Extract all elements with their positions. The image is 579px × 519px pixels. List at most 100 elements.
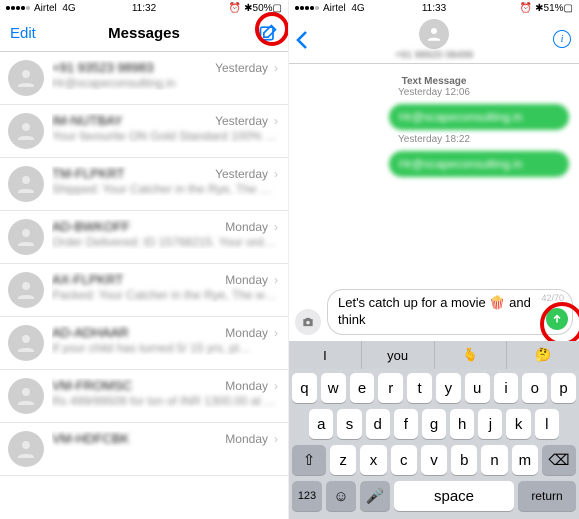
sender: IM-NUTBAY [52,113,209,128]
key-p[interactable]: p [551,373,576,403]
suggestion[interactable]: I [289,341,361,369]
chevron-right-icon: › [274,61,278,75]
key-w[interactable]: w [321,373,346,403]
key-space[interactable]: space [394,481,514,511]
keyboard: Iyou🫰🤔 qwertyuiop asdfghjkl ⇧zxcvbnm⌫ 12… [289,341,579,519]
message-row[interactable]: AD-BWKOFFMonday›Order Delivered: ID 1576… [0,211,288,264]
message-preview: If your child has turned 5/ 15 yrs, pl… [52,341,278,355]
key-y[interactable]: y [436,373,461,403]
key-emoji[interactable]: ☺ [326,481,356,511]
char-counter: 42/70 [541,293,564,305]
chevron-right-icon: › [274,379,278,393]
timestamp: Yesterday [215,114,268,128]
timestamp: Yesterday [215,167,268,181]
key-o[interactable]: o [522,373,547,403]
key-m[interactable]: m [512,445,538,475]
message-row[interactable]: TM-FLPKRT Yesterday ›Shipped: Your Catcher… [0,158,288,211]
key-r[interactable]: r [378,373,403,403]
key-c[interactable]: c [391,445,417,475]
message-row[interactable]: IM-NUTBAYYesterday›Your favourite ON Gol… [0,105,288,158]
sender: VM-HDFCBK [52,431,219,446]
key-j[interactable]: j [478,409,502,439]
timestamp: Monday [225,379,268,393]
key-b[interactable]: b [451,445,477,475]
message-preview: Hr@scapeconsulting.in [52,76,278,90]
back-button[interactable] [295,30,309,55]
suggestion[interactable]: you [361,341,434,369]
key-g[interactable]: g [422,409,446,439]
key-f[interactable]: f [394,409,418,439]
timestamp: Monday [225,220,268,234]
avatar [8,325,44,361]
messages-list-screen: Airtel 4G 11:32 ⏰ ✱ 50% ▢ Edit Messages … [0,0,289,519]
key-123[interactable]: 123 [292,481,322,511]
message-row[interactable]: VM-HDFCBK Monday › [0,423,288,476]
messages-list[interactable]: +91 93523 98983Yesterday›Hr@scapeconsult… [0,52,288,476]
sender: AD-ADHAAR [52,325,219,340]
key-q[interactable]: q [292,373,317,403]
sender: TM-FLPKRT [52,166,209,181]
avatar [8,378,44,414]
sender: VM-FROMSC [52,378,219,393]
message-row[interactable]: +91 93523 98983Yesterday›Hr@scapeconsult… [0,52,288,105]
key-backspace[interactable]: ⌫ [542,445,576,475]
timestamp: Monday [225,432,268,446]
conversation-header: +91 98920 08499 i [289,16,579,64]
chevron-right-icon: › [274,326,278,340]
key-return[interactable]: return [518,481,576,511]
timestamp-label: Yesterday 18:22 [299,134,569,145]
timestamp-label: Text MessageYesterday 12:06 [299,76,569,98]
avatar [8,113,44,149]
edit-button[interactable]: Edit [10,25,36,42]
key-d[interactable]: d [366,409,390,439]
sender: AD-BWKOFF [52,219,219,234]
key-s[interactable]: s [337,409,361,439]
avatar [8,60,44,96]
info-button[interactable]: i [553,30,571,48]
message-preview: Shipped: Your Catcher in the Rye, The wi… [52,182,278,196]
status-bar: Airtel 4G 11:32 ⏰ ✱ 50% ▢ [0,0,288,16]
conversation-body[interactable]: Text MessageYesterday 12:06 Hr@scapeconsu… [289,64,579,265]
chevron-right-icon: › [274,167,278,181]
key-i[interactable]: i [494,373,519,403]
key-shift[interactable]: ⇧ [292,445,326,475]
key-v[interactable]: v [421,445,447,475]
keyboard-suggestions[interactable]: Iyou🫰🤔 [289,341,579,369]
key-e[interactable]: e [350,373,375,403]
conversation-screen: Airtel 4G 11:33 ⏰ ✱ 51% ▢ +91 98920 0849… [289,0,579,519]
message-input-bar: Let's catch up for a movie 🍿 andthink 42… [289,283,579,341]
avatar [8,166,44,202]
chevron-right-icon: › [274,432,278,446]
key-u[interactable]: u [465,373,490,403]
message-row[interactable]: AD-ADHAAR Monday ›If your child has turned… [0,317,288,370]
key-mic[interactable]: 🎤 [360,481,390,511]
contact-avatar[interactable] [419,19,449,49]
message-row[interactable]: VM-FROMSC Monday ›Rs 499/99509 for txn of … [0,370,288,423]
message-preview: Order Delivered: ID 15768215. Your order… [52,235,278,249]
camera-button[interactable] [295,309,321,335]
key-t[interactable]: t [407,373,432,403]
sent-bubble[interactable]: Hr@scapeconsulting.in [389,151,569,177]
suggestion[interactable]: 🤔 [506,341,579,369]
chevron-right-icon: › [274,273,278,287]
key-l[interactable]: l [535,409,559,439]
sent-bubble[interactable]: Hr@scapeconsulting.in [389,104,569,130]
timestamp: Monday [225,326,268,340]
message-preview: Rs 499/99509 for txn of INR 1300.00 at … [52,394,278,408]
key-x[interactable]: x [360,445,386,475]
compose-button[interactable] [258,23,278,48]
timestamp: Monday [225,273,268,287]
sender: AX-FLPKRT [52,272,219,287]
key-h[interactable]: h [450,409,474,439]
suggestion[interactable]: 🫰 [434,341,507,369]
key-a[interactable]: a [309,409,333,439]
message-row[interactable]: AX-FLPKRTMonday›Packed: Your Catcher in … [0,264,288,317]
sender: +91 93523 98983 [52,60,209,75]
send-button[interactable] [546,308,568,330]
key-n[interactable]: n [481,445,507,475]
messages-header: Edit Messages [0,16,288,52]
key-k[interactable]: k [506,409,530,439]
status-bar: Airtel 4G 11:33 ⏰ ✱ 51% ▢ [289,0,579,16]
key-z[interactable]: z [330,445,356,475]
message-text-input[interactable]: Let's catch up for a movie 🍿 andthink 42… [327,289,573,335]
